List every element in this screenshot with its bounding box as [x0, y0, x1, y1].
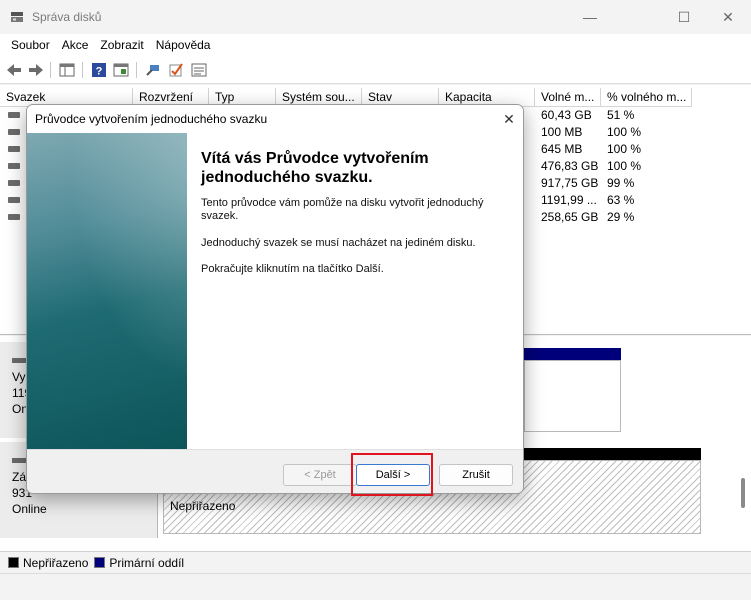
connect-button[interactable]: [144, 61, 162, 79]
console-tree-button[interactable]: [58, 61, 76, 79]
toolbar: ?: [0, 56, 751, 84]
free-space: 258,65 GB: [541, 210, 599, 224]
volume-icon: [8, 197, 20, 203]
menu-bar: Soubor Akce Zobrazit Nápověda: [0, 34, 751, 56]
unallocated-label: Nepřiřazeno: [170, 499, 236, 513]
check-icon: [169, 63, 183, 77]
free-percent: 63 %: [607, 193, 635, 207]
list-button[interactable]: [190, 61, 208, 79]
menu-soubor[interactable]: Soubor: [5, 38, 56, 52]
back-button[interactable]: < Zpět: [283, 464, 357, 486]
wizard-dialog: Průvodce vytvořením jednoduchého svazku …: [26, 104, 524, 494]
title-bar: Správa disků — ☐ ✕: [0, 0, 751, 34]
free-space: 917,75 GB: [541, 176, 599, 190]
console-tree-icon: [59, 63, 75, 77]
forward-arrow-icon: [29, 64, 43, 76]
next-button-highlight: [351, 453, 433, 496]
volume-icon: [8, 180, 20, 186]
column-procento-volneho[interactable]: % volného m...: [601, 88, 692, 107]
free-percent: 99 %: [607, 176, 635, 190]
forward-button[interactable]: [27, 61, 45, 79]
menu-zobrazit[interactable]: Zobrazit: [94, 38, 149, 52]
back-arrow-icon: [7, 64, 21, 76]
volume-icon: [8, 163, 20, 169]
back-button[interactable]: [5, 61, 23, 79]
close-icon: ✕: [722, 8, 734, 25]
minimize-button[interactable]: —: [567, 0, 613, 34]
volume-icon: [8, 129, 20, 135]
menu-napoveda[interactable]: Nápověda: [150, 38, 217, 52]
legend-swatch-primary: [94, 557, 106, 568]
svg-text:?: ?: [96, 66, 103, 78]
cancel-button[interactable]: Zrušit: [439, 464, 513, 486]
properties-icon: [113, 63, 129, 77]
legend-unallocated: Nepřiřazeno: [23, 555, 89, 570]
maximize-icon: ☐: [677, 8, 691, 25]
close-button[interactable]: ✕: [705, 0, 751, 34]
disk-icon: [12, 458, 26, 463]
status-bar: [0, 573, 751, 600]
disk-icon: [12, 358, 26, 363]
legend-swatch-unallocated: [8, 557, 19, 568]
free-percent: 51 %: [607, 108, 635, 122]
volume-icon: [8, 214, 20, 220]
dialog-title-bar: Průvodce vytvořením jednoduchého svazku …: [27, 105, 523, 133]
connect-icon: [146, 65, 159, 76]
wizard-text-continue: Pokračujte kliknutím na tlačítko Další.: [201, 263, 384, 275]
check-button[interactable]: [167, 61, 185, 79]
properties-button[interactable]: [112, 61, 130, 79]
free-percent: 100 %: [607, 125, 642, 139]
free-space: 645 MB: [541, 142, 583, 156]
volume-icon: [8, 146, 20, 152]
menu-akce[interactable]: Akce: [56, 38, 95, 52]
free-space: 60,43 GB: [541, 108, 592, 122]
wizard-text-rule: Jednoduchý svazek se musí nacházet na je…: [201, 237, 476, 249]
minimize-icon: —: [583, 9, 597, 25]
window-title: Správa disků: [32, 10, 102, 24]
help-button[interactable]: ?: [90, 61, 108, 79]
free-space: 1191,99 ...: [541, 193, 597, 207]
wizard-text-intro: Tento průvodce vám pomůže na disku vytvo…: [201, 197, 484, 222]
free-space: 476,83 GB: [541, 159, 599, 173]
free-space: 100 MB: [541, 125, 583, 139]
free-percent: 29 %: [607, 210, 635, 224]
legend-primary: Primární oddíl: [109, 555, 185, 570]
dialog-title: Průvodce vytvořením jednoduchého svazku: [35, 112, 268, 126]
close-icon: ✕: [503, 110, 515, 127]
free-percent: 100 %: [607, 142, 642, 156]
disk-status: Online: [12, 502, 47, 516]
volume-icon: [8, 112, 20, 118]
disk-management-icon: [11, 12, 23, 22]
list-icon: [191, 63, 207, 77]
maximize-button[interactable]: ☐: [661, 0, 707, 34]
partition-block[interactable]: [524, 360, 621, 432]
partition-header: [524, 348, 621, 360]
column-volne-misto[interactable]: Volné m...: [535, 88, 601, 107]
dialog-footer: < Zpět Další > Zrušit: [27, 449, 523, 493]
dialog-close-button[interactable]: ✕: [495, 105, 523, 133]
free-percent: 100 %: [607, 159, 642, 173]
wizard-heading: Vítá vás Průvodce vytvořením jednoduchéh…: [201, 150, 429, 186]
wizard-side-banner: [27, 133, 187, 449]
scrollbar[interactable]: [741, 478, 745, 508]
legend: Nepřiřazeno Primární oddíl: [0, 551, 751, 573]
help-icon: ?: [92, 63, 106, 78]
